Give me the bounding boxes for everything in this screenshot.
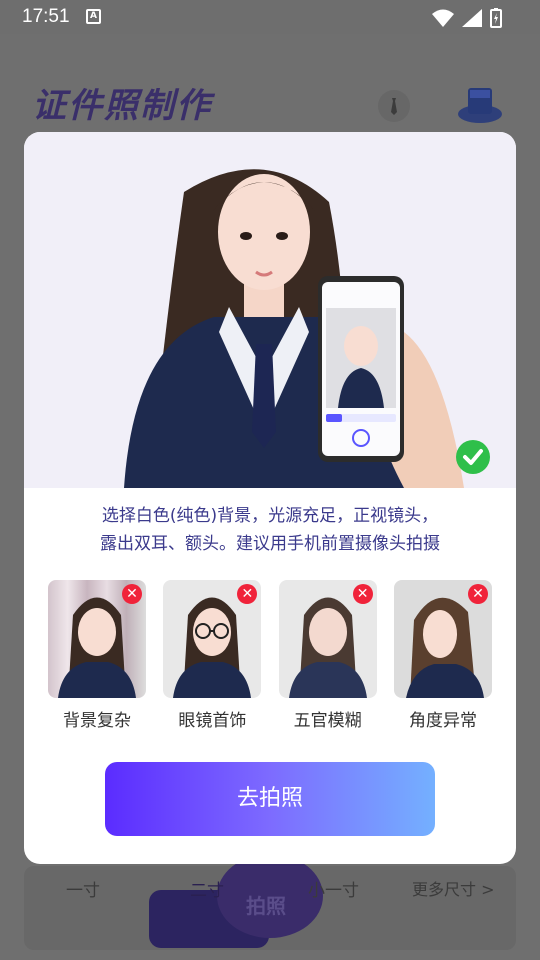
cube-icon[interactable] xyxy=(456,84,504,126)
hero-illustration xyxy=(124,169,464,488)
tab-small-one-inch[interactable]: 小一寸 xyxy=(308,876,359,901)
signal-icon xyxy=(462,9,482,27)
sample-label: 眼镜首饰 xyxy=(178,711,247,731)
battery-charging-icon xyxy=(490,8,502,28)
check-icon xyxy=(456,440,490,474)
sample-thumb: ✕ xyxy=(393,580,492,698)
bad-examples: ✕ 背景复杂 ✕ 眼镜首饰 ✕ 五官模糊 ✕ 角度异常 xyxy=(48,580,492,731)
sample-label: 背景复杂 xyxy=(63,711,131,731)
status-time: 17:51 xyxy=(22,6,70,27)
tie-icon[interactable] xyxy=(378,90,410,122)
tab-one-inch[interactable]: 一寸 xyxy=(66,876,100,901)
sample-complex-background: ✕ 背景复杂 xyxy=(48,580,146,731)
photo-instructions: 选择白色(纯色)背景，光源充足，正视镜头， 露出双耳、额头。建议用手机前置摄像头… xyxy=(24,502,516,558)
sample-glasses-accessories: ✕ 眼镜首饰 xyxy=(163,580,262,731)
instructions-line-2: 露出双耳、额头。建议用手机前置摄像头拍摄 xyxy=(100,534,440,554)
error-x-icon: ✕ xyxy=(122,584,142,604)
status-bar: 17:51 A xyxy=(0,0,540,34)
go-take-photo-button[interactable]: 去拍照 xyxy=(105,762,435,836)
sample-blurry-features: ✕ 五官模糊 xyxy=(278,580,377,731)
sample-label: 角度异常 xyxy=(408,711,477,731)
error-x-icon: ✕ xyxy=(467,584,488,604)
app-title: 证件照制作 xyxy=(32,86,212,126)
photo-guide-dialog: 选择白色(纯色)背景，光源充足，正视镜头， 露出双耳、额头。建议用手机前置摄像头… xyxy=(24,132,516,864)
shoot-label: 拍照 xyxy=(246,894,286,918)
wifi-icon xyxy=(432,9,454,27)
notification-a-icon: A xyxy=(86,9,101,24)
sample-thumb: ✕ xyxy=(163,580,262,698)
sample-thumb: ✕ xyxy=(278,580,377,698)
sample-label: 五官模糊 xyxy=(293,711,362,731)
sample-abnormal-angle: ✕ 角度异常 xyxy=(393,580,492,731)
error-x-icon: ✕ xyxy=(352,584,373,604)
sample-thumb: ✕ xyxy=(48,580,146,698)
instructions-line-1: 选择白色(纯色)背景，光源充足，正视镜头， xyxy=(101,506,439,526)
tab-more-sizes[interactable]: 更多尺寸 > xyxy=(412,876,495,900)
hero-example-image xyxy=(24,132,516,488)
tab-two-inch[interactable]: 二寸 xyxy=(190,876,224,901)
system-icons xyxy=(432,8,502,28)
